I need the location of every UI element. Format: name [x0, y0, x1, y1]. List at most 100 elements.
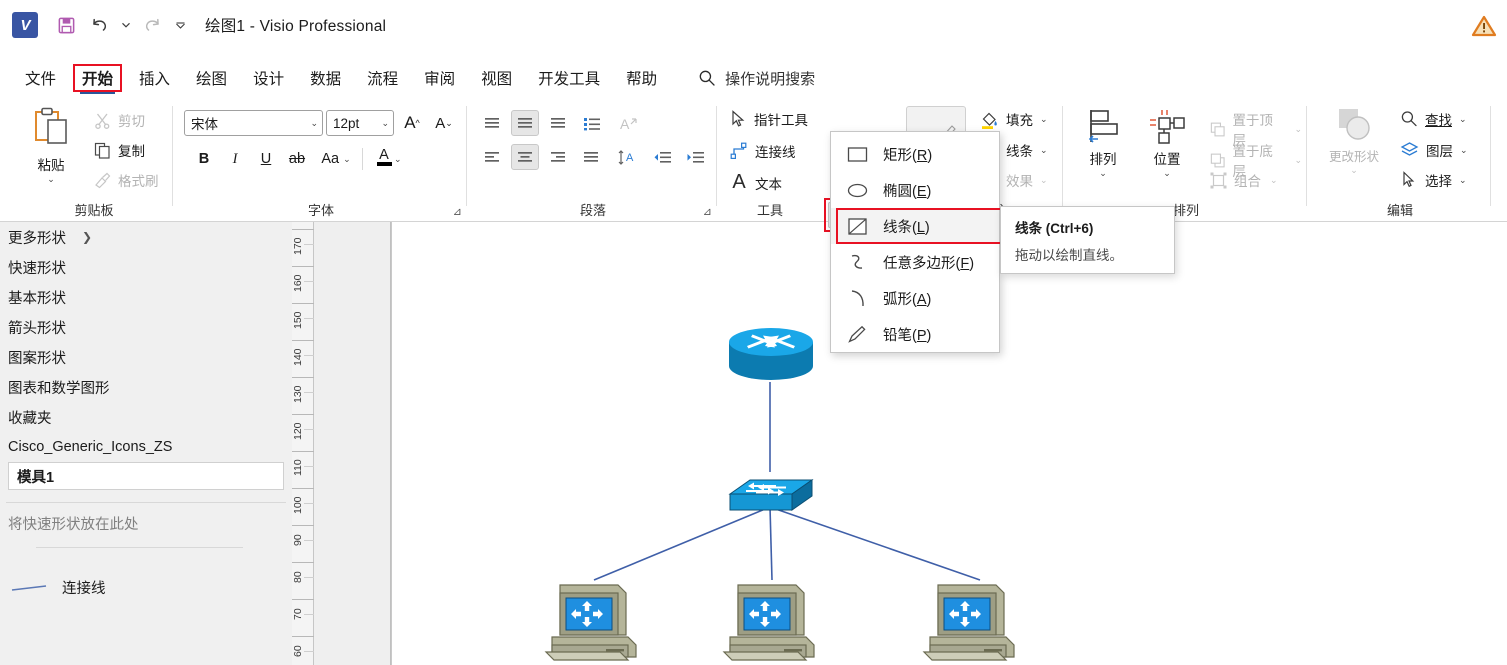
- menu-item-arc[interactable]: 弧形(A): [831, 280, 999, 316]
- sidebar-item-basic-shapes[interactable]: 基本形状: [0, 282, 292, 312]
- pointer-tool-button[interactable]: 指针工具: [726, 107, 812, 131]
- tab-home[interactable]: 开始: [73, 64, 123, 94]
- group-separator-2: [466, 106, 467, 206]
- align-center-button[interactable]: [511, 144, 539, 170]
- paste-button[interactable]: 粘贴 ⌄: [20, 106, 82, 185]
- group-separator-5: [1306, 106, 1307, 206]
- menu-item-freeform[interactable]: 任意多边形(F): [831, 244, 999, 280]
- change-case-button[interactable]: Aa ⌄: [316, 146, 356, 172]
- text-tool-button[interactable]: A 文本: [726, 169, 786, 196]
- sidebar-item-charts-math[interactable]: 图表和数学图形: [0, 372, 292, 402]
- tab-process[interactable]: 流程: [358, 64, 407, 92]
- grow-font-button[interactable]: A ^: [398, 110, 426, 136]
- tab-developer[interactable]: 开发工具: [529, 64, 609, 92]
- align-bottom-button[interactable]: [544, 110, 572, 136]
- shape-workstation-3[interactable]: [920, 579, 1025, 665]
- line-style-chevron-down-icon[interactable]: ⌄: [1040, 145, 1048, 156]
- align-top-button[interactable]: [478, 110, 506, 136]
- bullets-button[interactable]: [578, 110, 606, 136]
- strikethrough-button[interactable]: ab: [283, 146, 311, 172]
- customize-qat-chevron-down-icon[interactable]: [171, 10, 189, 40]
- undo-dropdown-chevron-down-icon[interactable]: [117, 10, 135, 40]
- tab-data[interactable]: 数据: [301, 64, 350, 92]
- select-button[interactable]: 选择 ⌄: [1396, 168, 1471, 192]
- position-button[interactable]: 位置 ⌄: [1138, 106, 1196, 179]
- sidebar-item-quick-shapes[interactable]: 快速形状: [0, 252, 292, 282]
- find-button[interactable]: 查找 ⌄: [1396, 107, 1471, 131]
- stencil-tab-active[interactable]: 模具1: [8, 462, 284, 490]
- layers-button[interactable]: 图层 ⌄: [1396, 138, 1472, 162]
- stencil-shape-connector[interactable]: 连接线: [10, 577, 106, 598]
- change-case-chevron-down-icon[interactable]: ⌄: [343, 154, 351, 165]
- quick-shapes-drop-hint: 将快速形状放在此处: [8, 517, 139, 533]
- align-right-button[interactable]: [544, 144, 572, 170]
- group-label-tools: 工具: [756, 203, 783, 218]
- send-back-icon: [1210, 153, 1225, 167]
- fill-chevron-down-icon[interactable]: ⌄: [1040, 114, 1048, 125]
- sidebar-item-arrow-shapes[interactable]: 箭头形状: [0, 312, 292, 342]
- select-chevron-down-icon[interactable]: ⌄: [1459, 175, 1467, 186]
- align-middle-button[interactable]: [511, 110, 539, 136]
- grow-font-label: A: [404, 113, 416, 132]
- line-spacing-button[interactable]: A: [613, 144, 641, 170]
- ellipse-icon: [845, 180, 869, 200]
- font-family-chevron-down-icon[interactable]: ⌄: [310, 118, 318, 129]
- bold-button[interactable]: B: [190, 146, 218, 172]
- pencil-icon: [845, 324, 869, 344]
- menu-item-pencil-label: 铅笔(P): [883, 327, 932, 344]
- ribbon-group-editing: 更改形状 ⌄ 查找 ⌄ 图层 ⌄ 选择 ⌄ 编辑: [1310, 98, 1490, 222]
- tab-view[interactable]: 视图: [472, 64, 521, 92]
- tab-help[interactable]: 帮助: [617, 64, 666, 92]
- arrange-button[interactable]: 排列 ⌄: [1074, 106, 1132, 179]
- paragraph-dialog-launcher[interactable]: ⊿: [703, 205, 712, 218]
- position-chevron-down-icon[interactable]: ⌄: [1163, 168, 1171, 179]
- redo-button[interactable]: [138, 10, 168, 40]
- sidebar-item-pattern-shapes[interactable]: 图案形状: [0, 342, 292, 372]
- layers-chevron-down-icon[interactable]: ⌄: [1460, 145, 1468, 156]
- font-dialog-launcher[interactable]: ⊿: [453, 205, 462, 218]
- find-chevron-down-icon[interactable]: ⌄: [1459, 114, 1467, 125]
- shape-tool-dropdown-menu[interactable]: 矩形(R) 椭圆(E) 线条(L) 任意多边形(F) 弧形(A) 铅笔(P): [830, 131, 1005, 353]
- sidebar-item-cisco-generic-icons[interactable]: Cisco_Generic_Icons_ZS: [0, 432, 292, 462]
- menu-item-ellipse[interactable]: 椭圆(E): [831, 172, 999, 208]
- menu-item-line[interactable]: 线条(L): [831, 208, 1005, 244]
- font-family-combo[interactable]: 宋体 ⌄: [184, 110, 323, 136]
- scissors-icon: [95, 113, 110, 129]
- shape-workstation-1[interactable]: [542, 579, 647, 665]
- tab-draw[interactable]: 绘图: [187, 64, 236, 92]
- vertical-ruler[interactable]: 170 160 150 140 130 120 110 100 90 80 70…: [292, 222, 314, 665]
- font-size-chevron-down-icon[interactable]: ⌄: [381, 118, 389, 129]
- save-button[interactable]: [51, 10, 81, 40]
- tell-me-search[interactable]: 操作说明搜索: [698, 68, 815, 89]
- paste-chevron-down-icon[interactable]: ⌄: [47, 174, 55, 185]
- shrink-font-button[interactable]: A ⌄: [430, 110, 458, 136]
- font-color-chevron-down-icon[interactable]: ⌄: [394, 154, 402, 165]
- italic-button[interactable]: I: [221, 146, 249, 172]
- shape-switch[interactable]: [726, 474, 816, 522]
- document-title: 绘图1: [205, 18, 246, 35]
- font-size-combo[interactable]: 12pt ⌄: [326, 110, 394, 136]
- sidebar-item-favorites[interactable]: 收藏夹: [0, 402, 292, 432]
- title-bar: V 绘图1 - Visio Professional: [0, 0, 1507, 50]
- undo-button[interactable]: [84, 10, 114, 40]
- sidebar-item-more-shapes[interactable]: 更多形状 ❯: [0, 222, 292, 252]
- justify-button[interactable]: [577, 144, 605, 170]
- arrange-chevron-down-icon[interactable]: ⌄: [1099, 168, 1107, 179]
- fill-button[interactable]: 填充 ⌄: [976, 107, 1052, 131]
- underline-button[interactable]: U: [252, 146, 280, 172]
- copy-button[interactable]: 复制: [90, 138, 149, 162]
- warning-triangle-icon[interactable]: [1471, 14, 1497, 38]
- menu-item-rectangle[interactable]: 矩形(R): [831, 136, 999, 172]
- decrease-indent-button[interactable]: [648, 144, 676, 170]
- tab-insert[interactable]: 插入: [130, 64, 179, 92]
- tab-file[interactable]: 文件: [16, 64, 65, 92]
- menu-item-pencil[interactable]: 铅笔(P): [831, 316, 999, 352]
- shape-workstation-2[interactable]: [720, 579, 825, 665]
- italic-label: I: [232, 150, 238, 167]
- shape-router[interactable]: [725, 324, 817, 386]
- increase-indent-button[interactable]: [681, 144, 709, 170]
- align-left-button[interactable]: [478, 144, 506, 170]
- tab-design[interactable]: 设计: [244, 64, 293, 92]
- connector-tool-button[interactable]: 连接线: [726, 139, 800, 163]
- tab-review[interactable]: 审阅: [415, 64, 464, 92]
